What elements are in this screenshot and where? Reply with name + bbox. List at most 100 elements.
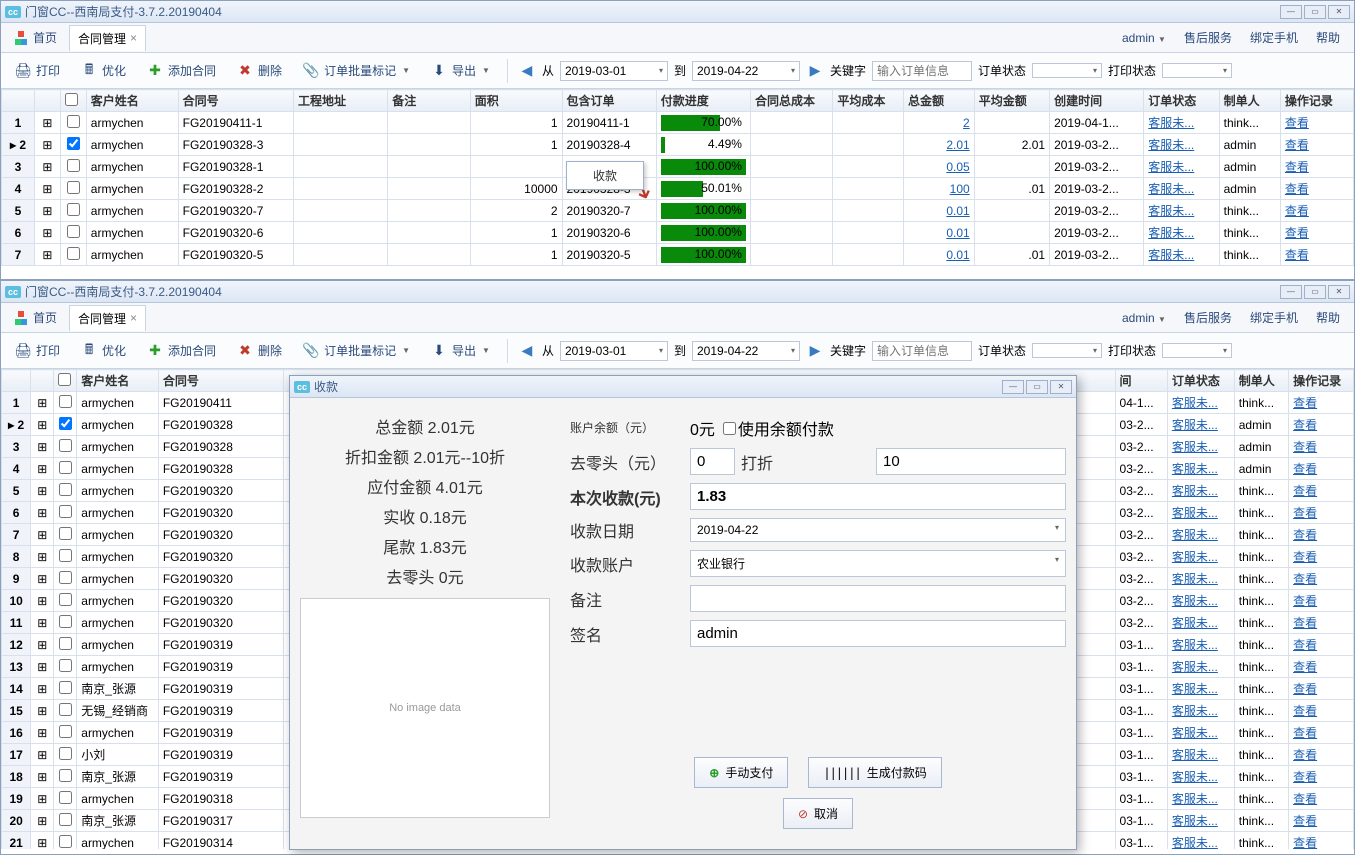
view-link[interactable]: 查看 <box>1285 138 1309 152</box>
view-link[interactable]: 查看 <box>1293 572 1317 586</box>
print-status-select[interactable]: ▾ <box>1162 343 1232 358</box>
col-header[interactable]: 创建时间 <box>1050 90 1144 112</box>
batch-mark-button[interactable]: 📎订单批量标记▼ <box>295 338 417 364</box>
add-contract-button[interactable]: ✚添加合同 <box>139 338 223 364</box>
menu-collect[interactable]: 收款 <box>569 164 641 187</box>
view-link[interactable]: 查看 <box>1293 660 1317 674</box>
view-link[interactable]: 查看 <box>1293 704 1317 718</box>
view-link[interactable]: 查看 <box>1293 814 1317 828</box>
row-checkbox[interactable] <box>59 439 72 452</box>
total-link[interactable]: 100 <box>950 182 970 196</box>
view-link[interactable]: 查看 <box>1293 462 1317 476</box>
view-link[interactable]: 查看 <box>1293 484 1317 498</box>
status-link[interactable]: 客服未... <box>1148 116 1194 130</box>
status-link[interactable]: 客服未... <box>1172 770 1218 784</box>
col-header[interactable] <box>60 90 86 112</box>
status-link[interactable]: 客服未... <box>1172 440 1218 454</box>
next-button[interactable]: ▶ <box>806 342 824 360</box>
row-checkbox[interactable] <box>59 703 72 716</box>
view-link[interactable]: 查看 <box>1293 836 1317 849</box>
print-button[interactable]: 🖨打印 <box>7 58 67 84</box>
status-link[interactable]: 客服未... <box>1172 792 1218 806</box>
status-link[interactable]: 客服未... <box>1172 528 1218 542</box>
this-amount-input[interactable] <box>690 483 1066 510</box>
table-row[interactable]: 6 ⊞ armychenFG20190320-6 120190320-6 100… <box>2 222 1354 244</box>
table-row[interactable]: 3 ⊞ armychenFG20190328-1 100.00% 0.05 20… <box>2 156 1354 178</box>
total-link[interactable]: 0.01 <box>946 226 969 240</box>
tab-contract[interactable]: 合同管理× <box>69 25 146 51</box>
row-checkbox[interactable] <box>59 417 72 430</box>
status-link[interactable]: 客服未... <box>1172 836 1218 849</box>
help-link[interactable]: 帮助 <box>1316 309 1340 326</box>
close-button[interactable]: ✕ <box>1050 380 1072 394</box>
close-icon[interactable]: × <box>130 31 137 45</box>
close-icon[interactable]: × <box>130 311 137 325</box>
aftersale-link[interactable]: 售后服务 <box>1184 309 1232 326</box>
date-from[interactable]: 2019-03-01▾ <box>560 61 668 81</box>
view-link[interactable]: 查看 <box>1293 440 1317 454</box>
row-checkbox[interactable] <box>67 115 80 128</box>
aftersale-link[interactable]: 售后服务 <box>1184 29 1232 46</box>
close-button[interactable]: ✕ <box>1328 5 1350 19</box>
col-header[interactable]: 制单人 <box>1234 370 1288 392</box>
discount-input[interactable] <box>876 448 1066 475</box>
export-button[interactable]: ⬇导出▼ <box>423 58 497 84</box>
date-to[interactable]: 2019-04-22▾ <box>692 61 800 81</box>
delete-button[interactable]: ✖删除 <box>229 58 289 84</box>
col-header[interactable] <box>2 90 35 112</box>
col-header[interactable] <box>2 370 31 392</box>
status-link[interactable]: 客服未... <box>1172 396 1218 410</box>
total-link[interactable]: 2.01 <box>946 138 969 152</box>
row-checkbox[interactable] <box>67 137 80 150</box>
view-link[interactable]: 查看 <box>1293 638 1317 652</box>
row-checkbox[interactable] <box>59 483 72 496</box>
print-button[interactable]: 🖨打印 <box>7 338 67 364</box>
col-header[interactable] <box>34 90 60 112</box>
date-picker[interactable]: 2019-04-22▾ <box>690 518 1066 542</box>
minimize-button[interactable]: — <box>1280 5 1302 19</box>
table-row[interactable]: ▸ 2 ⊞ armychenFG20190328-3 120190328-4 4… <box>2 134 1354 156</box>
tab-home[interactable]: 首页 <box>7 305 65 330</box>
status-link[interactable]: 客服未... <box>1148 160 1194 174</box>
row-checkbox[interactable] <box>59 813 72 826</box>
status-link[interactable]: 客服未... <box>1172 682 1218 696</box>
view-link[interactable]: 查看 <box>1285 116 1309 130</box>
col-header[interactable]: 平均金额 <box>974 90 1049 112</box>
status-link[interactable]: 客服未... <box>1148 226 1194 240</box>
generate-qr-button[interactable]: ||||||生成付款码 <box>808 757 941 788</box>
status-link[interactable]: 客服未... <box>1172 506 1218 520</box>
status-link[interactable]: 客服未... <box>1172 462 1218 476</box>
row-checkbox[interactable] <box>59 835 72 848</box>
export-button[interactable]: ⬇导出▼ <box>423 338 497 364</box>
view-link[interactable]: 查看 <box>1293 550 1317 564</box>
optimize-button[interactable]: 🖩优化 <box>73 338 133 364</box>
bindphone-link[interactable]: 绑定手机 <box>1250 309 1298 326</box>
maximize-button[interactable]: ▭ <box>1304 5 1326 19</box>
view-link[interactable]: 查看 <box>1293 506 1317 520</box>
keyword-input[interactable] <box>872 341 972 361</box>
status-link[interactable]: 客服未... <box>1172 550 1218 564</box>
col-header[interactable]: 包含订单 <box>562 90 656 112</box>
row-checkbox[interactable] <box>67 181 80 194</box>
status-link[interactable]: 客服未... <box>1148 138 1194 152</box>
minimize-button[interactable]: — <box>1002 380 1024 394</box>
row-checkbox[interactable] <box>59 527 72 540</box>
row-checkbox[interactable] <box>59 395 72 408</box>
account-select[interactable]: 农业银行▾ <box>690 550 1066 577</box>
manual-pay-button[interactable]: ⊕手动支付 <box>694 757 788 788</box>
total-link[interactable]: 0.01 <box>946 248 969 262</box>
bindphone-link[interactable]: 绑定手机 <box>1250 29 1298 46</box>
view-link[interactable]: 查看 <box>1293 770 1317 784</box>
status-link[interactable]: 客服未... <box>1148 182 1194 196</box>
close-button[interactable]: ✕ <box>1328 285 1350 299</box>
status-link[interactable]: 客服未... <box>1172 638 1218 652</box>
col-header[interactable]: 操作记录 <box>1289 370 1354 392</box>
status-link[interactable]: 客服未... <box>1172 726 1218 740</box>
table-row[interactable]: 1 ⊞ armychenFG20190411-1 120190411-1 70.… <box>2 112 1354 134</box>
keyword-input[interactable] <box>872 61 972 81</box>
status-link[interactable]: 客服未... <box>1148 204 1194 218</box>
view-link[interactable]: 查看 <box>1285 204 1309 218</box>
status-link[interactable]: 客服未... <box>1172 484 1218 498</box>
status-link[interactable]: 客服未... <box>1172 616 1218 630</box>
row-checkbox[interactable] <box>67 225 80 238</box>
